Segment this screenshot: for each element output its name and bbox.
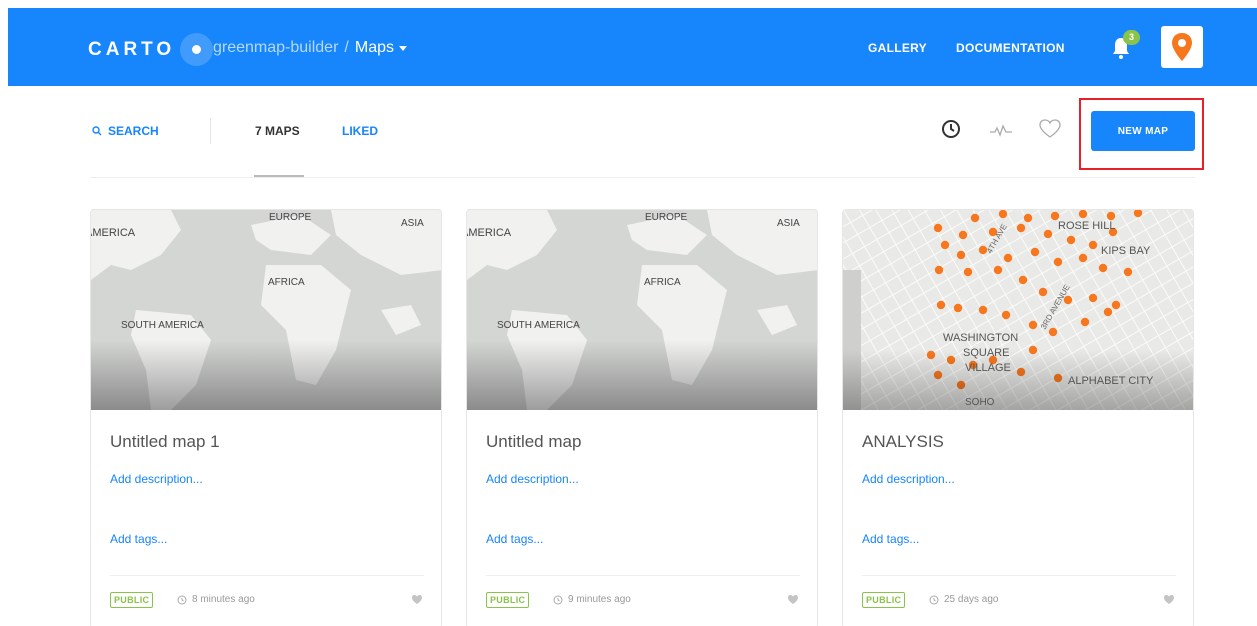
add-tags-link[interactable]: Add tags... bbox=[486, 532, 543, 546]
privacy-badge[interactable]: PUBLIC bbox=[110, 592, 154, 608]
world-map-image: AMERICA EUROPE ASIA AFRICA SOUTH AMERICA bbox=[467, 210, 817, 410]
add-description-link[interactable]: Add description... bbox=[110, 472, 203, 486]
updated-time: 8 minutes ago bbox=[177, 594, 255, 605]
city-map-image: ROSE HILL KIPS BAY 4TH AVE 3RD AVENUE WA… bbox=[843, 210, 1193, 410]
tab-maps[interactable]: 7 MAPS bbox=[255, 124, 300, 138]
carto-logo[interactable]: CARTO bbox=[88, 33, 214, 66]
map-label: EUROPE bbox=[645, 212, 688, 223]
logo-dot-icon bbox=[180, 33, 214, 66]
like-heart-icon[interactable] bbox=[411, 594, 423, 605]
like-heart-icon[interactable] bbox=[787, 594, 799, 605]
notifications-badge: 3 bbox=[1123, 30, 1140, 45]
add-description-link[interactable]: Add description... bbox=[486, 472, 579, 486]
map-label: AFRICA bbox=[268, 277, 305, 288]
like-heart-icon[interactable] bbox=[1163, 594, 1175, 605]
logo-text: CARTO bbox=[88, 38, 176, 60]
map-label: ASIA bbox=[777, 218, 800, 229]
updated-label: 25 days ago bbox=[944, 594, 999, 605]
card-divider bbox=[110, 575, 424, 576]
top-header: CARTO greenmap-builder / Maps GALLERY DO… bbox=[8, 8, 1257, 86]
updated-time: 9 minutes ago bbox=[553, 594, 631, 605]
search-link[interactable]: SEARCH bbox=[92, 124, 159, 138]
add-description-link[interactable]: Add description... bbox=[862, 472, 955, 486]
tab-liked[interactable]: LIKED bbox=[342, 124, 378, 138]
map-label: EUROPE bbox=[269, 212, 312, 223]
documentation-link[interactable]: DOCUMENTATION bbox=[956, 41, 1065, 55]
map-label: KIPS BAY bbox=[1101, 245, 1151, 257]
avatar[interactable] bbox=[1161, 26, 1203, 68]
world-map-image: AMERICA EUROPE ASIA AFRICA SOUTH AMERICA bbox=[91, 210, 441, 410]
map-label: AFRICA bbox=[644, 277, 681, 288]
map-label: ROSE HILL bbox=[1058, 220, 1115, 232]
card-divider bbox=[486, 575, 800, 576]
activity-icon[interactable] bbox=[988, 118, 1014, 140]
map-card[interactable]: AMERICA EUROPE ASIA AFRICA SOUTH AMERICA… bbox=[466, 209, 818, 626]
map-thumbnail[interactable]: AMERICA EUROPE ASIA AFRICA SOUTH AMERICA bbox=[467, 210, 817, 410]
map-label: SOUTH AMERICA bbox=[121, 320, 204, 331]
map-label: WASHINGTON bbox=[943, 332, 1018, 344]
updated-time: 25 days ago bbox=[929, 594, 999, 605]
map-card[interactable]: AMERICA EUROPE ASIA AFRICA SOUTH AMERICA… bbox=[90, 209, 442, 626]
search-icon bbox=[92, 126, 102, 136]
map-thumbnail[interactable]: ROSE HILL KIPS BAY 4TH AVE 3RD AVENUE WA… bbox=[843, 210, 1193, 410]
highlight-box bbox=[1079, 98, 1204, 170]
map-title[interactable]: ANALYSIS bbox=[862, 432, 944, 452]
map-label: VILLAGE bbox=[965, 362, 1011, 374]
add-tags-link[interactable]: Add tags... bbox=[862, 532, 919, 546]
card-divider bbox=[862, 575, 1176, 576]
filters-separator bbox=[90, 177, 1195, 178]
updated-label: 8 minutes ago bbox=[192, 594, 255, 605]
map-label: SQUARE bbox=[963, 347, 1009, 359]
section-dropdown[interactable]: Maps bbox=[355, 39, 407, 57]
breadcrumb-org[interactable]: greenmap-builder bbox=[213, 39, 338, 57]
clock-small-icon bbox=[929, 595, 939, 604]
map-label: SOHO bbox=[965, 397, 995, 408]
map-label: ASIA bbox=[401, 218, 424, 229]
map-label: SOUTH AMERICA bbox=[497, 320, 580, 331]
section-label: Maps bbox=[354, 39, 394, 56]
caret-down-icon bbox=[398, 45, 407, 51]
add-tags-link[interactable]: Add tags... bbox=[110, 532, 167, 546]
privacy-badge[interactable]: PUBLIC bbox=[486, 592, 530, 608]
breadcrumb: greenmap-builder / Maps bbox=[213, 39, 407, 57]
breadcrumb-separator: / bbox=[344, 39, 349, 56]
privacy-badge[interactable]: PUBLIC bbox=[862, 592, 906, 608]
filters-divider bbox=[210, 118, 211, 144]
map-label: AMERICA bbox=[467, 227, 512, 239]
heart-icon[interactable] bbox=[1038, 118, 1062, 140]
clock-icon[interactable] bbox=[940, 118, 962, 140]
map-title[interactable]: Untitled map bbox=[486, 432, 581, 452]
map-card[interactable]: ROSE HILL KIPS BAY 4TH AVE 3RD AVENUE WA… bbox=[842, 209, 1194, 626]
map-pin-icon bbox=[1172, 33, 1192, 61]
gallery-link[interactable]: GALLERY bbox=[868, 41, 927, 55]
updated-label: 9 minutes ago bbox=[568, 594, 631, 605]
map-thumbnail[interactable]: AMERICA EUROPE ASIA AFRICA SOUTH AMERICA bbox=[91, 210, 441, 410]
search-label: SEARCH bbox=[108, 124, 159, 138]
map-label: AMERICA bbox=[91, 227, 136, 239]
clock-small-icon bbox=[553, 595, 563, 604]
clock-small-icon bbox=[177, 595, 187, 604]
map-title[interactable]: Untitled map 1 bbox=[110, 432, 220, 452]
map-label: ALPHABET CITY bbox=[1068, 375, 1154, 387]
